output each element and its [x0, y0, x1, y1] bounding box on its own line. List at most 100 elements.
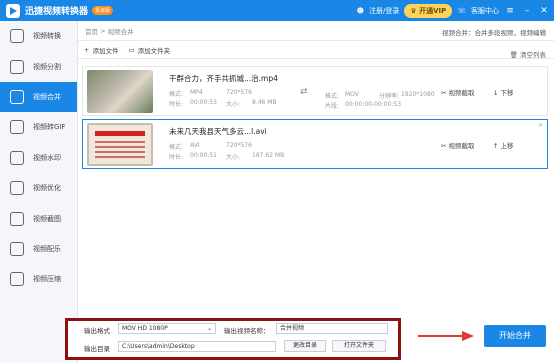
compress-icon — [10, 272, 24, 287]
clip-label: 片段: — [325, 103, 340, 110]
main-panel: 首页 > 视频合并 视频合并：合并多段视频，视频编辑 + 添加文件 ▭ 添加文件夹 … — [78, 21, 554, 363]
sidebar-item-split[interactable]: 视频分割 — [0, 51, 77, 81]
output-resolution-label: 分辨率: — [379, 93, 400, 100]
file-row[interactable]: ✕ 未来几天我县天气多云...l.avi 格式: AVI 720*576 时长:… — [82, 119, 548, 169]
sidebar-item-label: 视频优化 — [33, 184, 61, 193]
output-dir-value: C:\Users\admin\Desktop — [122, 343, 195, 350]
sidebar-item-compress[interactable]: 视频压缩 — [0, 264, 77, 294]
chevron-down-icon: ⌄ — [206, 325, 212, 332]
duration-label: 时长: — [169, 101, 184, 108]
sidebar-item-label: 视频转GIF — [33, 123, 66, 132]
sidebar-item-label: 视频截图 — [33, 214, 61, 223]
close-icon[interactable]: ✕ — [538, 6, 550, 16]
support-icon[interactable]: ☏ — [457, 7, 466, 15]
change-dir-button[interactable]: 更改目录 — [284, 340, 326, 352]
shuffle-icon: ⇄ — [300, 87, 308, 97]
output-format-select[interactable]: MOV HD 1080P ⌄ — [118, 323, 216, 334]
trim-label: 视频截取 — [448, 89, 475, 97]
sidebar-item-label: 视频水印 — [33, 153, 61, 162]
minimize-icon[interactable]: – — [521, 6, 533, 16]
remove-file-icon[interactable]: ✕ — [538, 122, 543, 129]
format-label: 格式: — [169, 91, 184, 98]
sidebar-item-optimize[interactable]: 视频优化 — [0, 173, 77, 203]
scissors-icon: ✂ — [441, 89, 447, 97]
support-link[interactable]: 客服中心 — [471, 6, 499, 16]
video-thumbnail — [87, 123, 153, 166]
size-value: 8.46 MB — [252, 99, 277, 106]
video-thumbnail — [87, 70, 153, 113]
user-icon[interactable]: ☻ — [357, 7, 364, 15]
red-arrow-icon — [418, 331, 474, 341]
open-folder-button[interactable]: 打开文件夹 — [332, 340, 386, 352]
format-value: MP4 — [190, 89, 203, 96]
clear-list-label: 清空列表 — [520, 51, 546, 59]
file-name: 干群合力，齐手共抓城...治.mp4 — [169, 74, 278, 83]
optimize-icon — [10, 181, 24, 196]
sidebar-item-label: 视频合并 — [33, 92, 61, 101]
add-folder-label: 添加文件夹 — [137, 46, 171, 55]
output-format-label: 输出格式 — [84, 327, 110, 335]
move-down-label: 下移 — [500, 89, 514, 97]
version-badge: 极速版 — [92, 6, 114, 15]
size-label: 大小: — [226, 101, 241, 108]
output-dir-label: 输出目录 — [84, 345, 110, 353]
duration-value: 00:00:53 — [190, 99, 217, 106]
sidebar-item-convert[interactable]: 视频转换 — [0, 21, 77, 51]
size-label: 大小: — [226, 154, 241, 161]
sidebar-item-gif[interactable]: 视频转GIF — [0, 112, 77, 142]
add-folder-button[interactable]: ▭ 添加文件夹 — [128, 45, 170, 55]
output-dir-input[interactable]: C:\Users\admin\Desktop — [118, 341, 276, 352]
convert-icon — [10, 29, 24, 44]
app-logo-icon — [6, 3, 20, 18]
trim-video-button[interactable]: ✂ 视频截取 — [441, 87, 475, 97]
sidebar: 视频转换 视频分割 视频合并 视频转GIF 视频水印 视频优化 视频截图 视频配… — [0, 21, 78, 363]
merge-icon — [10, 89, 24, 104]
sidebar-item-merge[interactable]: 视频合并 — [0, 81, 77, 113]
sidebar-item-label: 视频转换 — [33, 32, 61, 41]
add-file-button[interactable]: + 添加文件 — [84, 45, 118, 55]
feature-hint: 视频合并：合并多段视频，视频编辑 — [442, 29, 546, 37]
screenshot-icon — [10, 211, 24, 226]
arrow-up-icon: ↑ — [493, 142, 499, 150]
breadcrumb-current: 视频合并 — [107, 27, 134, 36]
sidebar-item-label: 视频配乐 — [33, 244, 61, 253]
output-resolution-value[interactable]: 1920*1080 — [401, 91, 435, 98]
file-name: 未来几天我县天气多云...l.avi — [169, 127, 267, 136]
crown-icon: ♛ — [410, 6, 417, 15]
trash-icon: 🗑 — [509, 51, 518, 59]
move-down-button[interactable]: ↓ 下移 — [493, 87, 514, 97]
output-settings-panel: 输出格式 MOV HD 1080P ⌄ 输出视频名称： 合并视频 输出目录 C:\… — [65, 318, 401, 360]
sidebar-item-screenshot[interactable]: 视频截图 — [0, 203, 77, 233]
scissors-icon: ✂ — [441, 142, 447, 150]
add-file-label: 添加文件 — [92, 46, 119, 55]
file-row[interactable]: 干群合力，齐手共抓城...治.mp4 格式: MP4 720*576 时长: 0… — [82, 66, 548, 116]
output-format-value[interactable]: MOV — [345, 91, 359, 98]
vip-button[interactable]: ♛ 开通VIP — [404, 3, 453, 18]
output-name-input[interactable]: 合并视频 — [276, 323, 388, 334]
output-format-label: 格式: — [325, 93, 340, 100]
sidebar-item-music[interactable]: 视频配乐 — [0, 234, 77, 264]
duration-value: 00:00:51 — [190, 152, 217, 159]
clip-value[interactable]: 00:00:00-00:00:53 — [345, 101, 401, 108]
watermark-icon — [10, 150, 24, 165]
sidebar-item-watermark[interactable]: 视频水印 — [0, 143, 77, 173]
move-up-button[interactable]: ↑ 上移 — [493, 140, 514, 150]
trim-label: 视频截取 — [448, 142, 475, 150]
trim-video-button[interactable]: ✂ 视频截取 — [441, 140, 475, 150]
sidebar-item-label: 视频分割 — [33, 62, 61, 71]
clear-list-button[interactable]: 🗑 清空列表 — [510, 49, 546, 59]
resolution-value: 720*576 — [226, 89, 252, 96]
output-format-value: MOV HD 1080P — [122, 325, 168, 332]
menu-icon[interactable]: ≡ — [504, 6, 516, 16]
toolbar: + 添加文件 ▭ 添加文件夹 — [78, 41, 554, 59]
format-label: 格式: — [169, 144, 184, 151]
arrow-down-icon: ↓ — [493, 89, 499, 97]
move-up-label: 上移 — [500, 142, 514, 150]
start-merge-button[interactable]: 开始合并 — [484, 325, 546, 347]
breadcrumb-home[interactable]: 首页 — [85, 26, 98, 36]
vip-label: 开通VIP — [419, 6, 447, 15]
app-title: 迅捷视频转换器 — [25, 7, 89, 17]
login-link[interactable]: 注册/登录 — [369, 6, 399, 16]
duration-label: 时长: — [169, 154, 184, 161]
output-name-value: 合并视频 — [280, 325, 305, 332]
